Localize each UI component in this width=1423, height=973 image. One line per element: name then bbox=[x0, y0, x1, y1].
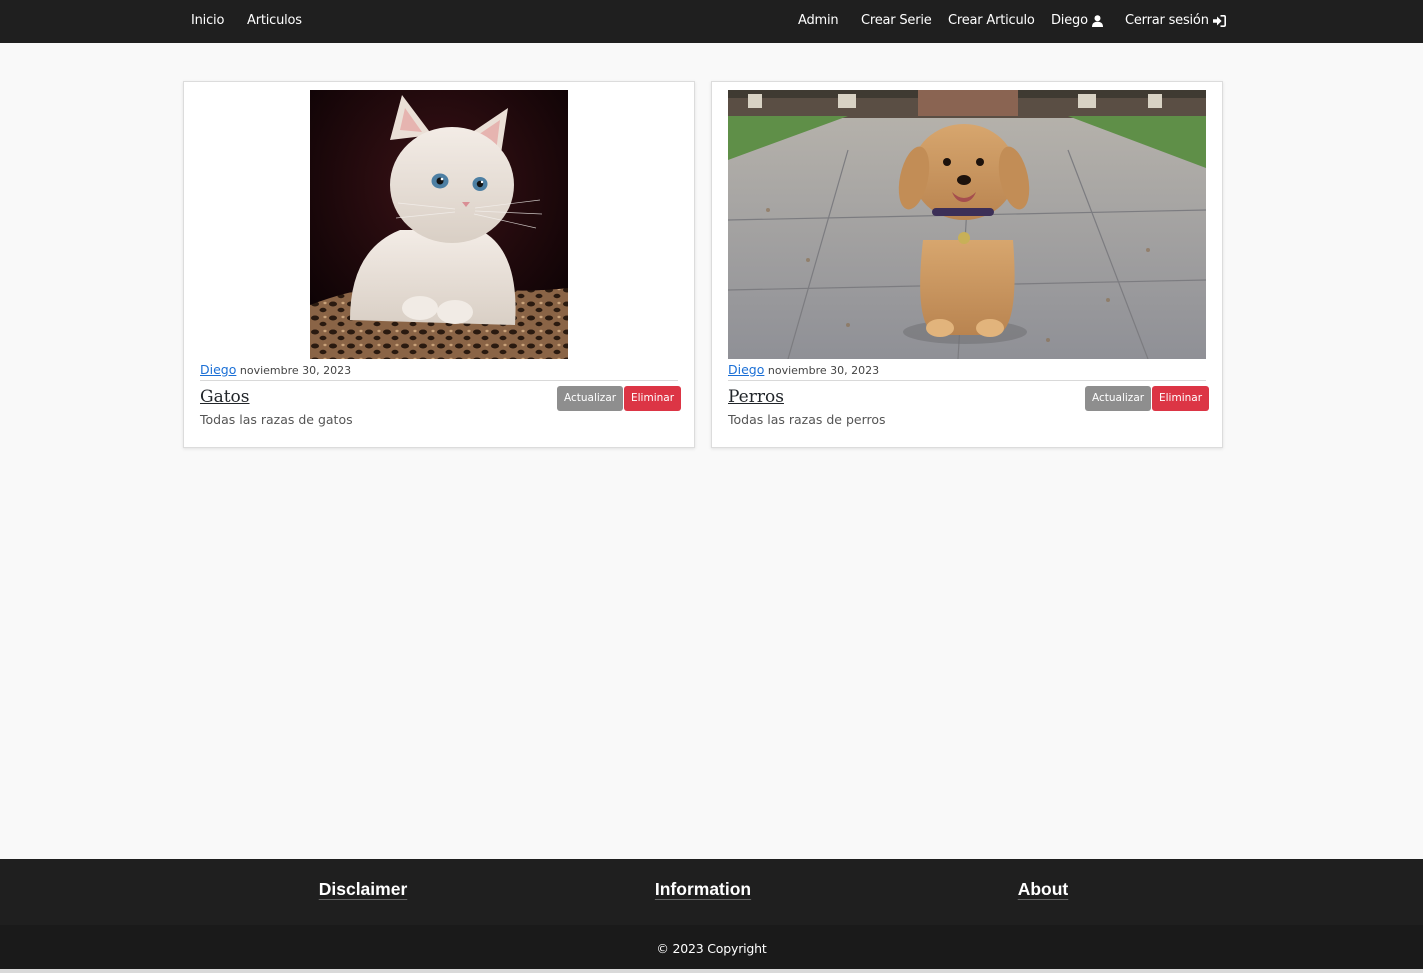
article-card: Diego noviembre 30, 2023 Perros Actualiz… bbox=[711, 81, 1223, 448]
article-meta: Diego noviembre 30, 2023 bbox=[728, 362, 879, 379]
divider bbox=[200, 380, 678, 381]
nav-link-articulos[interactable]: Articulos bbox=[247, 13, 302, 29]
article-image-kitten[interactable] bbox=[310, 90, 568, 359]
footer-link-disclaimer[interactable]: Disclaimer bbox=[319, 879, 408, 900]
article-description: Todas las razas de perros bbox=[728, 412, 886, 427]
nav-link-admin[interactable]: Admin bbox=[798, 13, 839, 29]
update-button[interactable]: Actualizar bbox=[557, 386, 624, 411]
author-link[interactable]: Diego bbox=[728, 362, 764, 377]
delete-button[interactable]: Eliminar bbox=[1152, 386, 1210, 411]
nav-link-inicio[interactable]: Inicio bbox=[191, 13, 224, 29]
author-link[interactable]: Diego bbox=[200, 362, 236, 377]
article-card: Diego noviembre 30, 2023 Gatos Actualiza… bbox=[183, 81, 695, 448]
article-meta: Diego noviembre 30, 2023 bbox=[200, 362, 351, 379]
article-image-puppy[interactable] bbox=[728, 90, 1206, 359]
nav-link-label: Admin bbox=[798, 13, 839, 28]
divider bbox=[728, 380, 1206, 381]
nav-link-label: Diego bbox=[1051, 13, 1088, 28]
footer-link-about[interactable]: About bbox=[1018, 879, 1069, 900]
nav-link-profile[interactable]: Diego bbox=[1051, 13, 1103, 29]
nav-link-crear-serie[interactable]: Crear Serie bbox=[861, 13, 932, 29]
article-description: Todas las razas de gatos bbox=[200, 412, 353, 427]
nav-link-crear-articulo[interactable]: Crear Articulo bbox=[948, 13, 1035, 29]
footer: Disclaimer Information About bbox=[0, 859, 1423, 925]
page-bottom-edge bbox=[0, 969, 1423, 973]
footer-link-information[interactable]: Information bbox=[655, 879, 751, 900]
update-button[interactable]: Actualizar bbox=[1085, 386, 1152, 411]
delete-button[interactable]: Eliminar bbox=[624, 386, 682, 411]
nav-link-logout[interactable]: Cerrar sesión bbox=[1125, 13, 1226, 29]
nav-link-label: Crear Serie bbox=[861, 13, 932, 28]
footer-copyright-bar: © 2023 Copyright bbox=[0, 925, 1423, 969]
nav-link-label: Inicio bbox=[191, 13, 225, 28]
nav-link-label: Articulos bbox=[247, 13, 302, 28]
nav-link-label: Crear Articulo bbox=[948, 13, 1035, 28]
nav-link-label: Cerrar sesión bbox=[1125, 13, 1209, 28]
sign-in-icon bbox=[1212, 15, 1226, 27]
article-date: noviembre 30, 2023 bbox=[767, 364, 880, 377]
article-date: noviembre 30, 2023 bbox=[239, 364, 352, 377]
user-icon bbox=[1091, 15, 1103, 27]
copyright-text: © 2023 Copyright bbox=[656, 941, 767, 956]
navbar: Inicio Articulos Admin Crear Serie Crear… bbox=[0, 0, 1423, 43]
article-title-link[interactable]: Perros bbox=[728, 386, 784, 408]
article-title-link[interactable]: Gatos bbox=[200, 386, 250, 408]
